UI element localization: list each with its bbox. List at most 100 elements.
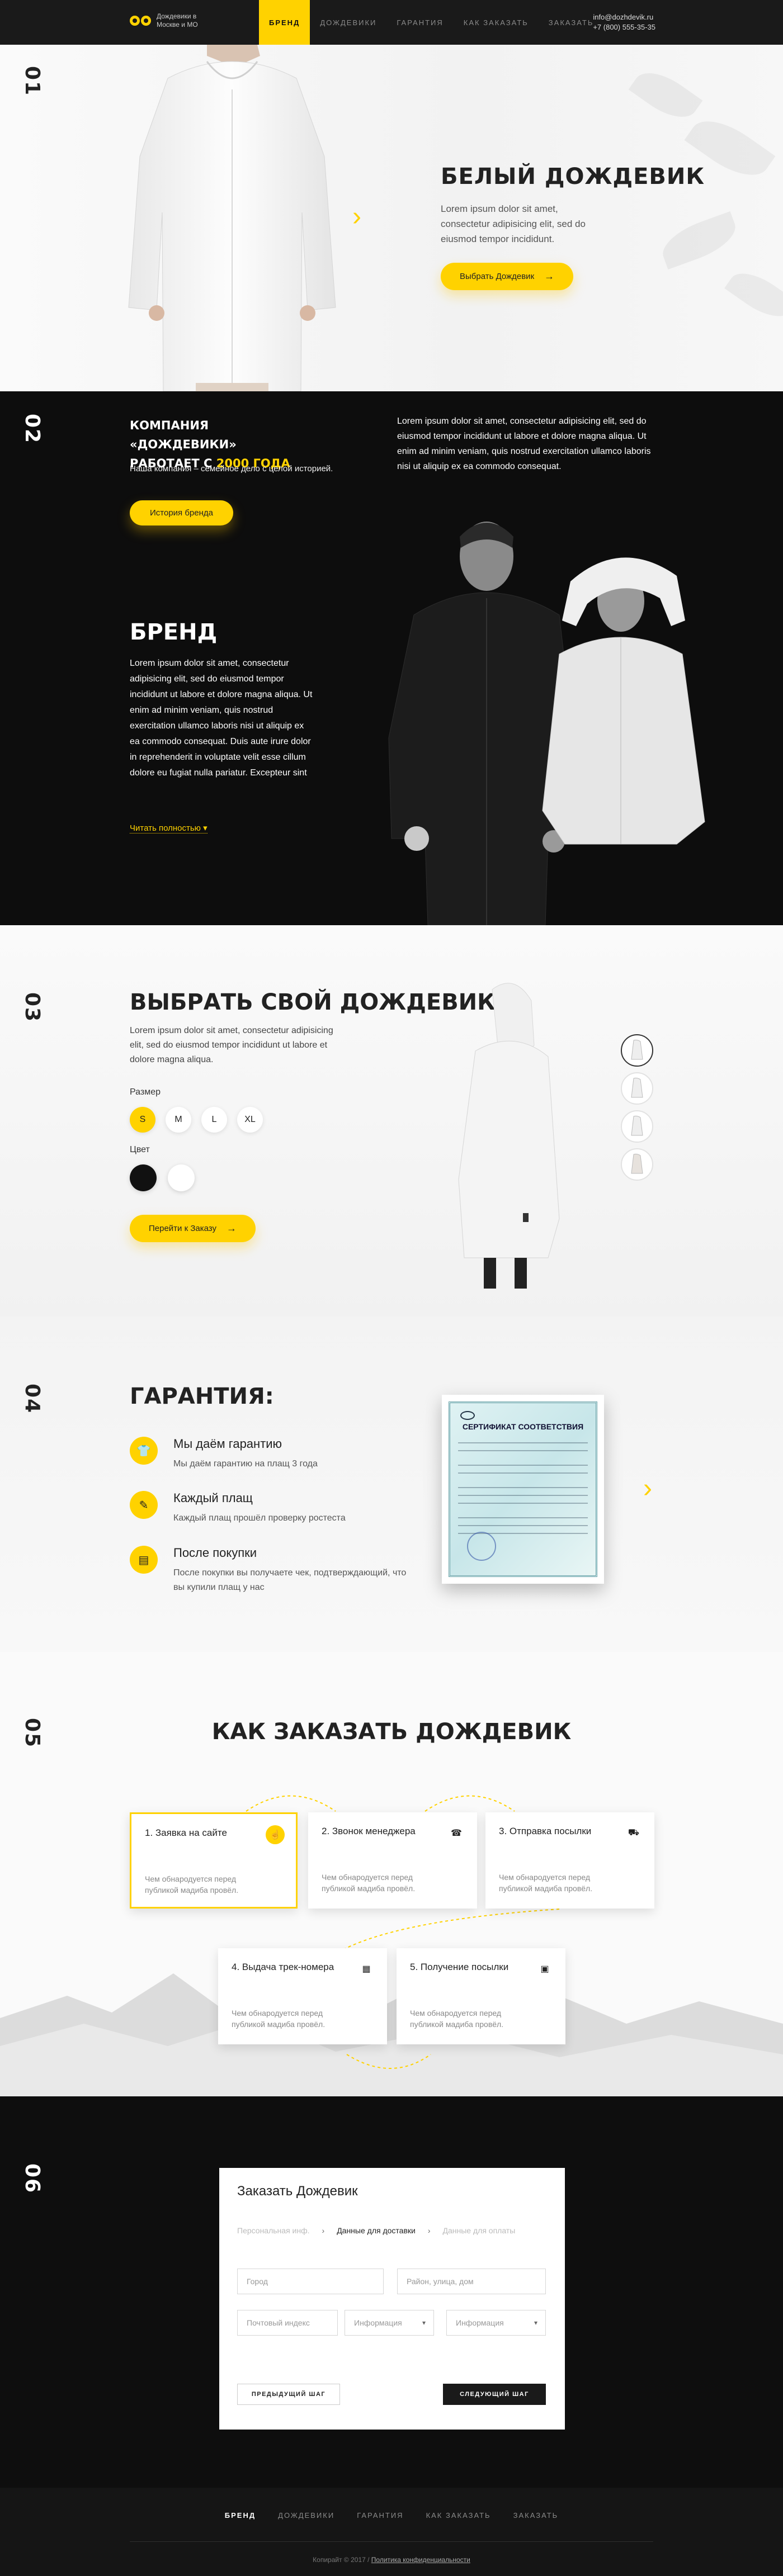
logo[interactable]: Дождевики в Москве и МО [130, 12, 218, 29]
size-option-s[interactable]: S [130, 1107, 155, 1133]
cursor-icon: ☝ [266, 1825, 285, 1844]
phone-link[interactable]: +7 (800) 555-35-35 [593, 22, 655, 32]
stamp-icon [467, 1532, 496, 1561]
next-arrow-icon[interactable]: › [643, 1473, 652, 1504]
section-number: 06 [21, 2163, 44, 2194]
read-more-link[interactable]: Читать полностью ▾ [130, 823, 207, 834]
step-card[interactable]: 5. Получение посылки ▣ Чем обнародуется … [397, 1948, 565, 2044]
arrow-right-icon: → [227, 1223, 237, 1234]
city-input[interactable]: Город [237, 2269, 384, 2294]
color-option-white[interactable] [168, 1164, 195, 1191]
site-header: Дождевики в Москве и МО БРЕНД ДОЖДЕВИКИ … [0, 0, 783, 45]
warranty-feature: ✎ Каждый плащ Каждый плащ прошёл проверк… [130, 1491, 443, 1530]
previous-step-button[interactable]: ПРЕДЫДУЩИЙ ШАГ [237, 2384, 340, 2405]
barcode-icon: ▦ [362, 1964, 371, 1974]
woman-white-raincoat-image [542, 557, 705, 845]
color-selector [130, 1164, 195, 1191]
nav-item-how-to-order[interactable]: КАК ЗАКАЗАТЬ [454, 0, 539, 45]
brand-history-button[interactable]: История бренда [130, 500, 233, 525]
brand-section: 02 КОМПАНИЯ «ДОЖДЕВИКИ» РАБОТАЕТ С 2000 … [0, 391, 783, 925]
headset-icon: ☎ [451, 1829, 462, 1838]
choose-raincoat-button[interactable]: Выбрать Дождевик → [441, 263, 574, 290]
warranty-section: 04 ГАРАНТИЯ: 👕 Мы даём гарантию Мы даём … [0, 1317, 783, 1652]
thumbnail-3[interactable] [621, 1110, 653, 1143]
raincoat-side-view-image [458, 983, 560, 1289]
form-steps: Персональная инф. › Данные для доставки … [237, 2226, 515, 2235]
chevron-right-icon: › [322, 2226, 325, 2235]
step-card[interactable]: 3. Отправка посылки ⛟ Чем обнародуется п… [485, 1812, 654, 1909]
truck-icon: ⛟ [628, 1828, 640, 1838]
thumbnail-1[interactable] [621, 1034, 653, 1067]
how-to-order-section: 05 КАК ЗАКАЗАТЬ ДОЖДЕВИК 1. Заявка на са… [0, 1652, 783, 2096]
warranty-title: ГАРАНТИЯ: [130, 1384, 274, 1409]
certificate-image[interactable]: СЕРТИФИКАТ СООТВЕТСТВИЯ [442, 1395, 604, 1584]
step-card[interactable]: 4. Выдача трек-номера ▦ Чем обнародуется… [218, 1948, 387, 2044]
footer-nav-brand[interactable]: БРЕНД [214, 2504, 267, 2526]
section-number: 02 [21, 414, 44, 444]
size-option-l[interactable]: L [201, 1107, 227, 1133]
chevron-down-icon: ▾ [422, 2319, 426, 2327]
receipt-icon: ▤ [130, 1546, 158, 1574]
tab-payment-data[interactable]: Данные для оплаты [443, 2226, 516, 2235]
certificate-title: СЕРТИФИКАТ СООТВЕТСТВИЯ [462, 1422, 584, 1431]
info-select-2[interactable]: Информация ▾ [446, 2310, 546, 2336]
form-title: Заказать Дождевик [237, 2184, 358, 2199]
package-icon: ▣ [540, 1964, 549, 1974]
choose-title: ВЫБРАТЬ СВОЙ ДОЖДЕВИК [130, 989, 496, 1015]
chevron-down-icon: ▾ [203, 823, 207, 833]
choose-section: 03 ВЫБРАТЬ СВОЙ ДОЖДЕВИК Lorem ipsum dol… [0, 925, 783, 1317]
go-to-order-button[interactable]: Перейти к Заказу → [130, 1215, 256, 1242]
thumbnail-2[interactable] [621, 1072, 653, 1105]
color-option-black[interactable] [130, 1164, 157, 1191]
nav-item-raincoats[interactable]: ДОЖДЕВИКИ [310, 0, 386, 45]
address-input[interactable]: Район, улица, дом [397, 2269, 546, 2294]
next-slide-arrow-icon[interactable]: › [352, 201, 361, 232]
chevron-down-icon: ▾ [534, 2319, 537, 2327]
document-icon: ✎ [130, 1491, 158, 1519]
info-select-1[interactable]: Информация ▾ [345, 2310, 434, 2336]
order-form: Заказать Дождевик Персональная инф. › Да… [219, 2168, 565, 2430]
footer-nav-raincoats[interactable]: ДОЖДЕВИКИ [267, 2504, 346, 2526]
arrow-right-icon: → [544, 271, 555, 282]
warranty-feature: 👕 Мы даём гарантию Мы даём гарантию на п… [130, 1437, 443, 1476]
step-card[interactable]: 1. Заявка на сайте ☝ Чем обнародуется пе… [130, 1812, 298, 1909]
white-raincoat-model-image [128, 45, 336, 391]
logo-text: Дождевики в Москве и МО [157, 12, 198, 29]
size-selector: S M L XL [130, 1107, 263, 1133]
chevron-right-icon: › [427, 2226, 431, 2235]
shirt-icon: 👕 [130, 1437, 158, 1465]
divider [130, 2541, 653, 2542]
contact-info: info@dozhdevik.ru +7 (800) 555-35-35 [593, 12, 655, 32]
size-label: Размер [130, 1087, 161, 1097]
section-number: 03 [21, 992, 44, 1023]
next-step-button[interactable]: СЛЕДУЮЩИЙ ШАГ [443, 2384, 546, 2405]
section-number: 04 [21, 1384, 44, 1414]
warranty-feature: ▤ После покупки После покупки вы получае… [130, 1546, 443, 1596]
thumbnail-list [621, 1034, 653, 1181]
email-link[interactable]: info@dozhdevik.ru [593, 12, 655, 22]
tab-delivery-data[interactable]: Данные для доставки [337, 2226, 416, 2235]
zip-input[interactable]: Почтовый индекс [237, 2310, 338, 2336]
footer-nav-order[interactable]: ЗАКАЗАТЬ [502, 2504, 570, 2526]
footer-nav: БРЕНД ДОЖДЕВИКИ ГАРАНТИЯ КАК ЗАКАЗАТЬ ЗА… [0, 2504, 783, 2526]
main-nav: БРЕНД ДОЖДЕВИКИ ГАРАНТИЯ КАК ЗАКАЗАТЬ ЗА… [259, 0, 603, 45]
nav-item-brand[interactable]: БРЕНД [259, 0, 310, 45]
site-footer: БРЕНД ДОЖДЕВИКИ ГАРАНТИЯ КАК ЗАКАЗАТЬ ЗА… [0, 2488, 783, 2576]
privacy-policy-link[interactable]: Политика конфиденциальности [371, 2556, 470, 2564]
footer-nav-warranty[interactable]: ГАРАНТИЯ [346, 2504, 414, 2526]
size-option-m[interactable]: M [166, 1107, 191, 1133]
hero-section: 01 › БЕЛЫЙ ДОЖДЕВИК Lorem ipsum dolor si… [0, 45, 783, 391]
tab-personal-info[interactable]: Персональная инф. [237, 2226, 310, 2235]
brand-title: БРЕНД [130, 619, 218, 645]
size-option-xl[interactable]: XL [237, 1107, 263, 1133]
section-number: 01 [21, 66, 44, 97]
nav-item-warranty[interactable]: ГАРАНТИЯ [386, 0, 453, 45]
step-card[interactable]: 2. Звонок менеджера ☎ Чем обнародуется п… [308, 1812, 477, 1909]
order-section: 06 Заказать Дождевик Персональная инф. ›… [0, 2096, 783, 2488]
thumbnail-4[interactable] [621, 1148, 653, 1181]
choose-text: Lorem ipsum dolor sit amet, consectetur … [130, 1026, 333, 1064]
hero-text: Lorem ipsum dolor sit amet, consectetur … [441, 203, 586, 244]
brand-body-text: Lorem ipsum dolor sit amet, consectetur … [130, 659, 313, 778]
certificate-logo-icon [460, 1411, 475, 1420]
footer-nav-how-to-order[interactable]: КАК ЗАКАЗАТЬ [415, 2504, 502, 2526]
